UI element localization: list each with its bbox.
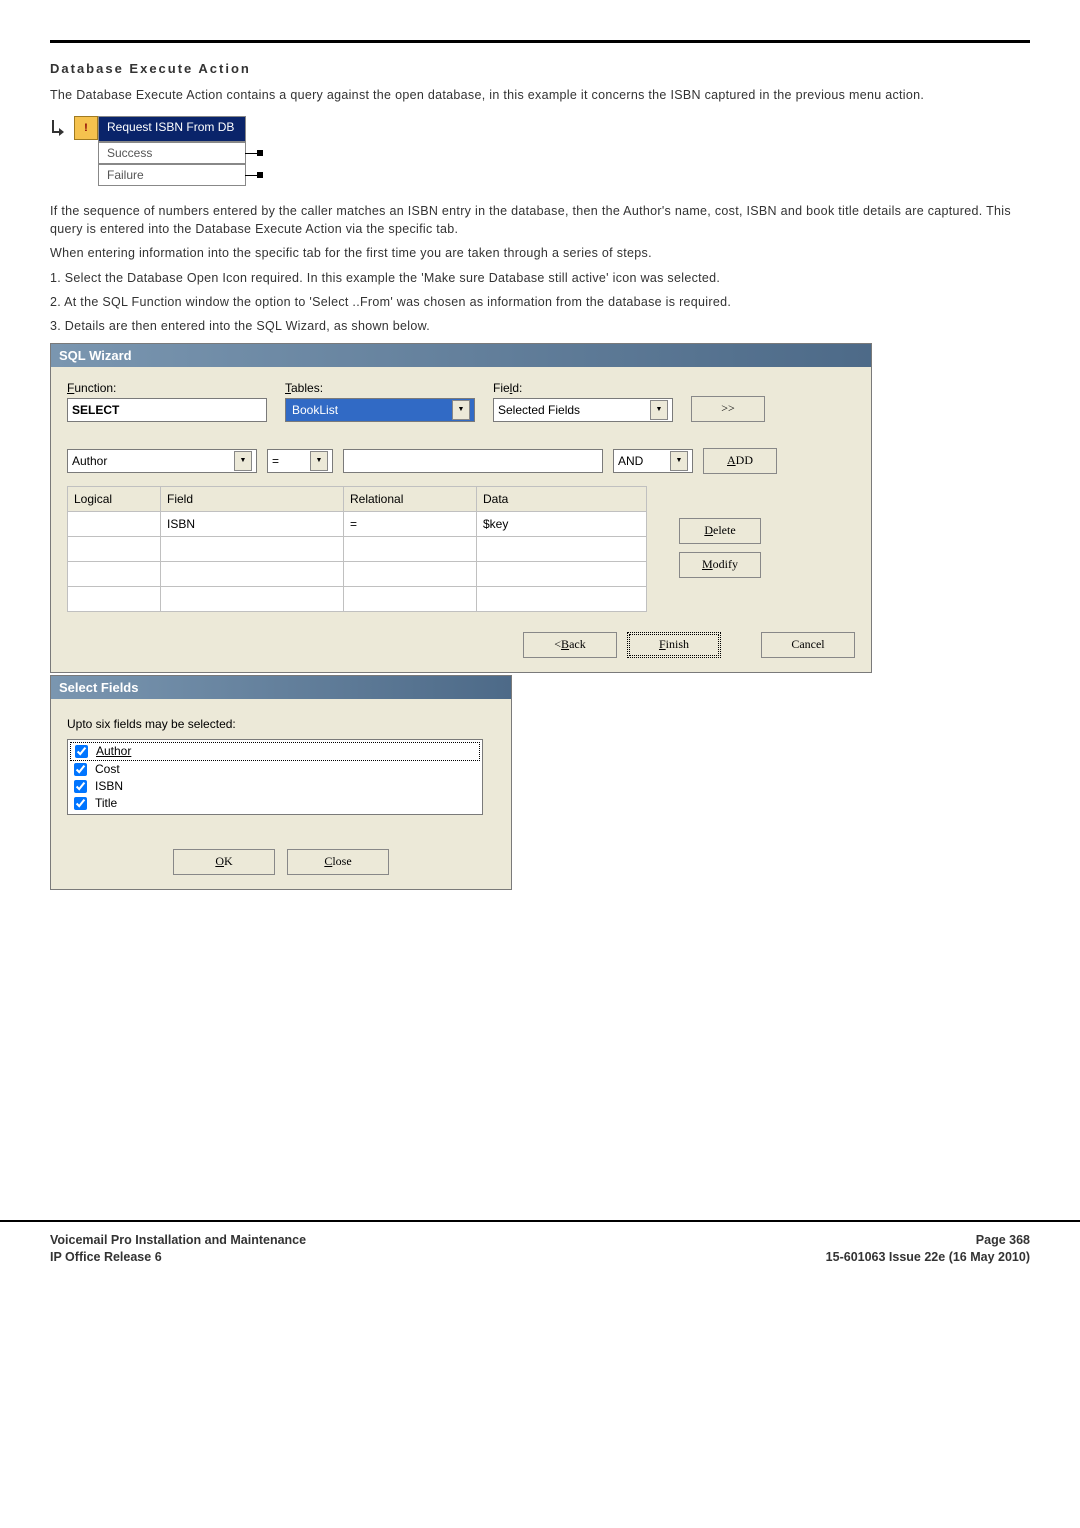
sql-wizard-title: SQL Wizard bbox=[51, 344, 871, 367]
footer-product: IP Office Release 6 bbox=[50, 1250, 162, 1264]
table-row[interactable] bbox=[68, 536, 647, 561]
table-row[interactable] bbox=[68, 561, 647, 586]
request-success-cell: Success bbox=[98, 142, 246, 164]
cond-op-value: = bbox=[272, 454, 279, 468]
dropdown-arrow-icon[interactable]: ▼ bbox=[310, 451, 328, 471]
tables-label: Tables: bbox=[285, 381, 475, 395]
intro-paragraph: The Database Execute Action contains a q… bbox=[50, 86, 1030, 104]
page-footer: Voicemail Pro Installation and Maintenan… bbox=[0, 1220, 1080, 1291]
sql-wizard-window: SQL Wizard Function: SELECT Tables: Book… bbox=[50, 343, 872, 673]
request-failure-cell: Failure bbox=[98, 164, 246, 186]
paragraph-2: If the sequence of numbers entered by th… bbox=[50, 202, 1030, 238]
footer-issue: 15-601063 Issue 22e (16 May 2010) bbox=[826, 1250, 1030, 1264]
field-combo[interactable]: Selected Fields ▼ bbox=[493, 398, 673, 422]
flow-arrow-icon bbox=[50, 116, 70, 142]
field-checkbox-cost[interactable]: Cost bbox=[70, 761, 480, 778]
cond-value-input[interactable] bbox=[343, 449, 603, 473]
fields-checklist[interactable]: Author Cost ISBN Title bbox=[67, 739, 483, 815]
function-combo[interactable]: SELECT bbox=[67, 398, 267, 422]
cond-op-combo[interactable]: = ▼ bbox=[267, 449, 333, 473]
request-title-cell: Request ISBN From DB bbox=[98, 116, 246, 142]
dropdown-arrow-icon[interactable]: ▼ bbox=[452, 400, 470, 420]
function-value: SELECT bbox=[72, 403, 119, 417]
field-label: Field: bbox=[493, 381, 673, 395]
paragraph-3: When entering information into the speci… bbox=[50, 244, 1030, 262]
step-2: 2. At the SQL Function window the option… bbox=[50, 293, 1030, 311]
tables-value: BookList bbox=[290, 402, 340, 418]
finish-button[interactable]: Finish bbox=[627, 632, 721, 658]
col-field[interactable]: Field bbox=[161, 486, 344, 511]
dropdown-arrow-icon[interactable]: ▼ bbox=[234, 451, 252, 471]
select-fields-title: Select Fields bbox=[51, 676, 511, 699]
dropdown-arrow-icon[interactable]: ▼ bbox=[650, 400, 668, 420]
ok-button[interactable]: OK bbox=[173, 849, 275, 875]
back-button[interactable]: < Back bbox=[523, 632, 617, 658]
modify-button[interactable]: Modify bbox=[679, 552, 761, 578]
conditions-table[interactable]: Logical Field Relational Data ISBN = $ke… bbox=[67, 486, 647, 612]
field-value: Selected Fields bbox=[498, 403, 580, 417]
tables-combo[interactable]: BookList ▼ bbox=[285, 398, 475, 422]
footer-doc-title: Voicemail Pro Installation and Maintenan… bbox=[50, 1233, 306, 1247]
select-fields-window: Select Fields Upto six fields may be sel… bbox=[50, 675, 512, 890]
col-data[interactable]: Data bbox=[477, 486, 647, 511]
checkbox[interactable] bbox=[74, 780, 87, 793]
step-1: 1. Select the Database Open Icon require… bbox=[50, 269, 1030, 287]
cond-field-value: Author bbox=[72, 454, 107, 468]
delete-button[interactable]: Delete bbox=[679, 518, 761, 544]
col-logical[interactable]: Logical bbox=[68, 486, 161, 511]
cond-logic-value: AND bbox=[618, 454, 643, 468]
cond-field-combo[interactable]: Author ▼ bbox=[67, 449, 257, 473]
field-checkbox-isbn[interactable]: ISBN bbox=[70, 778, 480, 795]
footer-page: Page 368 bbox=[976, 1233, 1030, 1247]
field-checkbox-title[interactable]: Title bbox=[70, 795, 480, 812]
database-action-icon: ! bbox=[74, 116, 98, 140]
step-3: 3. Details are then entered into the SQL… bbox=[50, 317, 1030, 335]
add-button[interactable]: ADD bbox=[703, 448, 777, 474]
select-fields-instruction: Upto six fields may be selected: bbox=[67, 717, 495, 731]
dropdown-arrow-icon[interactable]: ▼ bbox=[670, 451, 688, 471]
table-row[interactable] bbox=[68, 586, 647, 611]
checkbox[interactable] bbox=[75, 745, 88, 758]
field-checkbox-author[interactable]: Author bbox=[70, 742, 480, 761]
close-button[interactable]: Close bbox=[287, 849, 389, 875]
checkbox[interactable] bbox=[74, 797, 87, 810]
cancel-button[interactable]: Cancel bbox=[761, 632, 855, 658]
function-label: Function: bbox=[67, 381, 267, 395]
col-relational[interactable]: Relational bbox=[344, 486, 477, 511]
checkbox[interactable] bbox=[74, 763, 87, 776]
section-heading: Database Execute Action bbox=[50, 61, 1030, 76]
table-row[interactable]: ISBN = $key bbox=[68, 511, 647, 536]
cond-logic-combo[interactable]: AND ▼ bbox=[613, 449, 693, 473]
request-isbn-widget: ! Request ISBN From DB Success Failure bbox=[50, 116, 1030, 186]
expand-button[interactable]: >> bbox=[691, 396, 765, 422]
